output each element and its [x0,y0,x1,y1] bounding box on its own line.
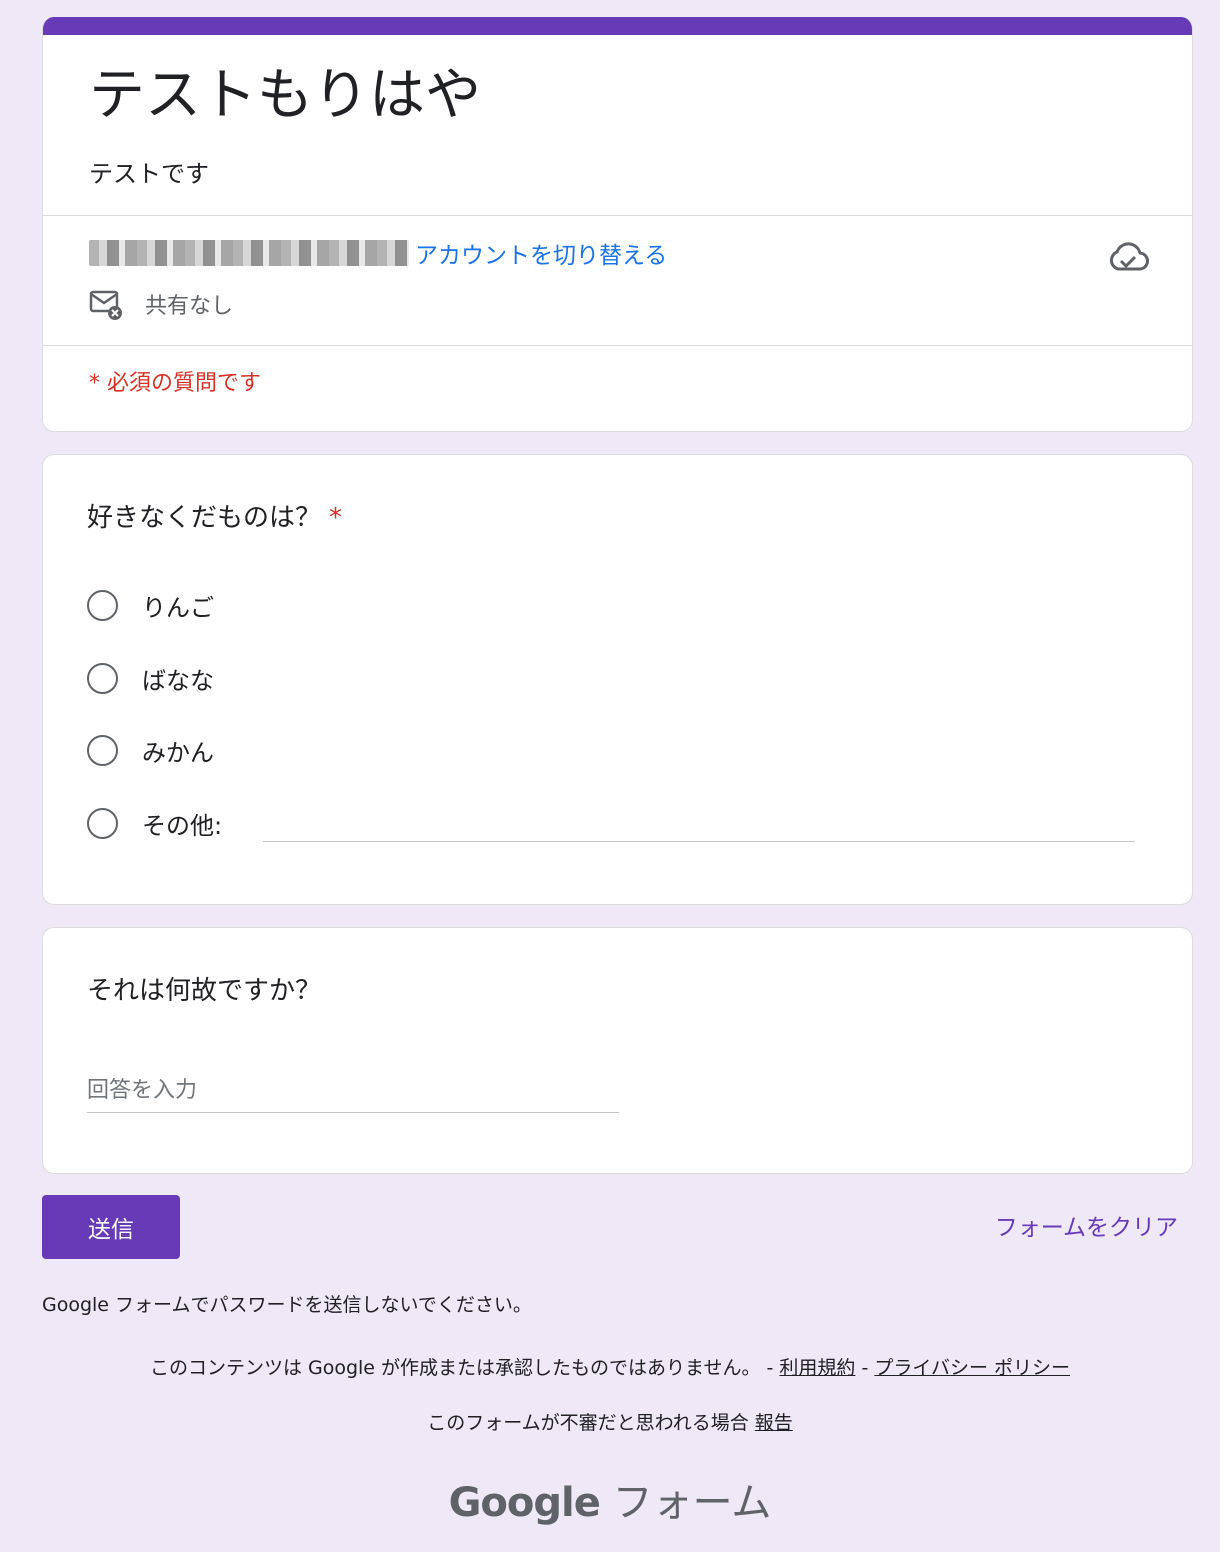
submit-button[interactable]: 送信 [42,1195,180,1259]
required-star: * [329,503,343,533]
share-status-row: 共有なし [89,287,233,321]
terms-link[interactable]: 利用規約 [779,1357,855,1379]
option-banana[interactable]: ばなな [87,658,214,698]
question-title: 好きなくだものは？ * [87,503,343,533]
option-other[interactable]: その他: [87,803,222,843]
answer-input[interactable] [87,1068,619,1113]
radio-button[interactable] [87,662,118,694]
google-forms-logo[interactable]: Google フォーム [0,1470,1220,1528]
other-text-input[interactable] [263,805,1139,843]
form-description: テストです [89,160,209,188]
question-card-fruit: 好きなくだものは？ * りんご ばなな みかん その他: [42,454,1193,905]
option-apple[interactable]: りんご [87,585,214,625]
question-title: それは何故ですか？ [87,976,322,1006]
switch-account-link[interactable]: アカウントを切り替える [415,236,667,270]
radio-button[interactable] [87,589,118,621]
account-row: アカウントを切り替える [89,236,667,270]
report-link[interactable]: 報告 [755,1412,793,1434]
header-accent-bar [43,17,1192,35]
share-status-text: 共有なし [145,294,234,319]
other-input-underline [263,841,1135,842]
radio-button[interactable] [87,807,118,839]
privacy-link[interactable]: プライバシー ポリシー [874,1357,1070,1379]
report-line: このフォームが不審だと思われる場合 報告 [427,1412,793,1434]
divider [43,345,1192,346]
divider [43,215,1192,216]
disclaimer-line: このコンテンツは Google が作成または承認したものではありません。 - 利… [149,1357,1071,1379]
mail-not-shared-icon [89,290,122,320]
form-header-card: テストもりはや テストです アカウントを切り替える 共有なし * 必須の質問です [42,17,1193,432]
question-card-reason: それは何故ですか？ [42,927,1193,1174]
required-note: * 必須の質問です [89,371,261,396]
password-warning: Google フォームでパスワードを送信しないでください。 [42,1294,532,1316]
clear-form-button[interactable]: フォームをクリア [995,1208,1178,1242]
cloud-saved-icon [1109,242,1149,271]
option-orange[interactable]: みかん [87,730,214,770]
form-title: テストもりはや [89,63,481,128]
radio-button[interactable] [87,734,118,766]
account-email-redacted [89,240,409,266]
